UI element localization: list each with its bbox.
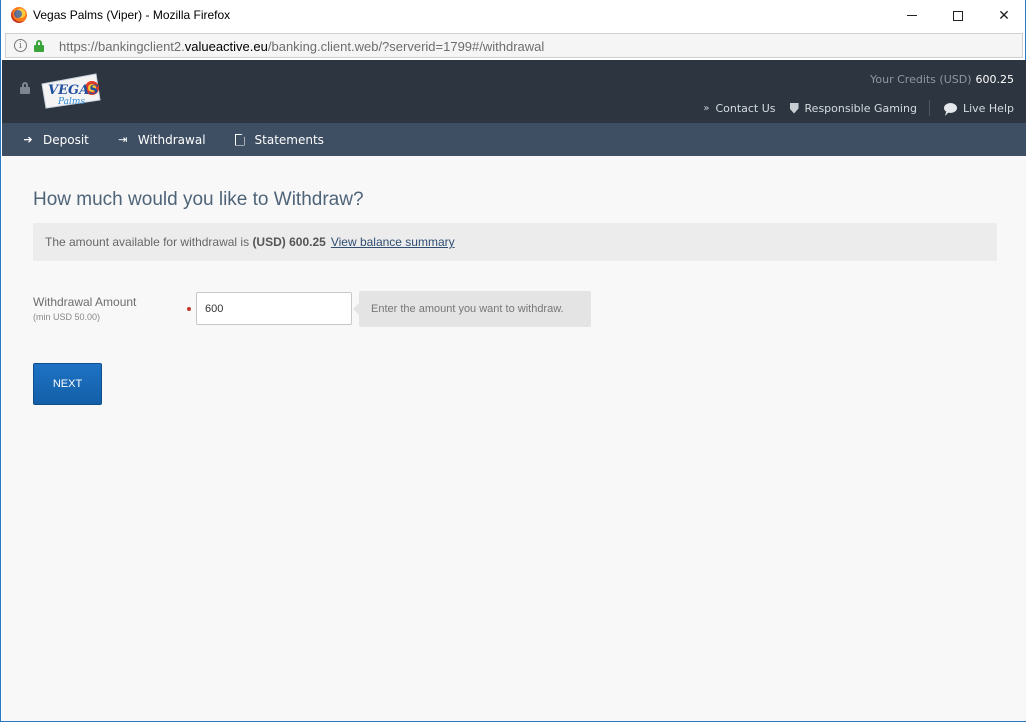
url-domain: valueactive.eu — [184, 39, 268, 54]
credits-value: 600.25 — [975, 73, 1015, 86]
title-bar: Vegas Palms (Viper) - Mozilla Firefox ✕ — [1, 0, 1025, 31]
nav-withdrawal-label: Withdrawal — [137, 132, 206, 147]
live-help-label: Live Help — [962, 101, 1014, 115]
credits-label: Your Credits (USD) — [870, 73, 972, 86]
window-title: Vegas Palms (Viper) - Mozilla Firefox — [33, 8, 231, 22]
vegas-palms-logo: VEGAS Palms — [41, 73, 101, 109]
chat-bubble-icon — [943, 103, 957, 113]
required-indicator-icon — [187, 307, 191, 311]
minimize-icon — [907, 15, 917, 16]
double-chevron-right-icon: » — [703, 102, 710, 114]
lock-icon — [20, 82, 30, 94]
nav-withdrawal[interactable]: ⇥ Withdrawal — [116, 132, 206, 147]
live-help-link[interactable]: Live Help — [943, 101, 1014, 115]
url-text[interactable]: https://bankingclient2.valueactive.eu/ba… — [59, 39, 544, 54]
responsible-gaming-link[interactable]: Responsible Gaming — [789, 101, 917, 115]
credits-display: Your Credits (USD) 600.25 — [870, 73, 1014, 86]
nav-deposit[interactable]: ➔ Deposit — [21, 132, 89, 147]
nav-statements-label: Statements — [254, 132, 324, 147]
withdrawal-amount-label: Withdrawal Amount — [33, 295, 137, 309]
header-divider — [928, 100, 930, 116]
info-icon[interactable]: i — [14, 39, 27, 52]
minimize-button[interactable] — [889, 0, 935, 31]
secure-lock-icon[interactable] — [34, 40, 44, 52]
nav-deposit-label: Deposit — [43, 132, 89, 147]
withdrawal-minimum-note: (min USD 50.00) — [33, 312, 101, 322]
contact-us-label: Contact Us — [715, 101, 776, 115]
nav-statements[interactable]: Statements — [233, 133, 324, 147]
available-amount: (USD) 600.25 — [252, 235, 326, 249]
amount-hint-tooltip: Enter the amount you want to withdraw. — [353, 291, 591, 327]
url-suffix: /banking.client.web/?serverid=1799#/with… — [267, 39, 545, 54]
svg-text:VEGAS: VEGAS — [48, 83, 99, 98]
page-title: How much would you like to Withdraw? — [33, 189, 364, 210]
view-balance-summary-link[interactable]: View balance summary — [331, 235, 455, 249]
responsible-gaming-label: Responsible Gaming — [804, 101, 917, 115]
withdrawal-amount-input[interactable] — [196, 292, 352, 325]
shield-icon — [789, 102, 799, 114]
site-header: VEGAS Palms Your Credits (USD) 600.25 » C… — [2, 60, 1026, 123]
url-prefix: https://bankingclient2. — [59, 39, 185, 54]
firefox-icon — [11, 7, 27, 23]
sign-out-icon: ⇥ — [118, 133, 128, 146]
browser-window: Vegas Palms (Viper) - Mozilla Firefox ✕ … — [0, 0, 1026, 722]
close-button[interactable]: ✕ — [981, 0, 1026, 31]
maximize-icon — [953, 10, 963, 21]
svg-text:Palms: Palms — [57, 97, 85, 107]
header-links: » Contact Us Responsible Gaming Live Hel… — [689, 100, 1014, 116]
available-balance-box: The amount available for withdrawal is (… — [33, 223, 997, 261]
sign-in-icon: ➔ — [23, 133, 33, 146]
contact-us-link[interactable]: » Contact Us — [703, 102, 775, 115]
available-text: The amount available for withdrawal is — [45, 235, 253, 249]
banking-nav: ➔ Deposit ⇥ Withdrawal Statements — [2, 123, 1026, 156]
maximize-button[interactable] — [935, 0, 981, 31]
close-icon: ✕ — [998, 7, 1010, 24]
document-icon — [233, 133, 247, 146]
address-bar[interactable]: i https://bankingclient2.valueactive.eu/… — [5, 33, 1023, 58]
withdrawal-panel: How much would you like to Withdraw? The… — [2, 156, 1026, 721]
next-button[interactable]: NEXT — [33, 363, 102, 405]
